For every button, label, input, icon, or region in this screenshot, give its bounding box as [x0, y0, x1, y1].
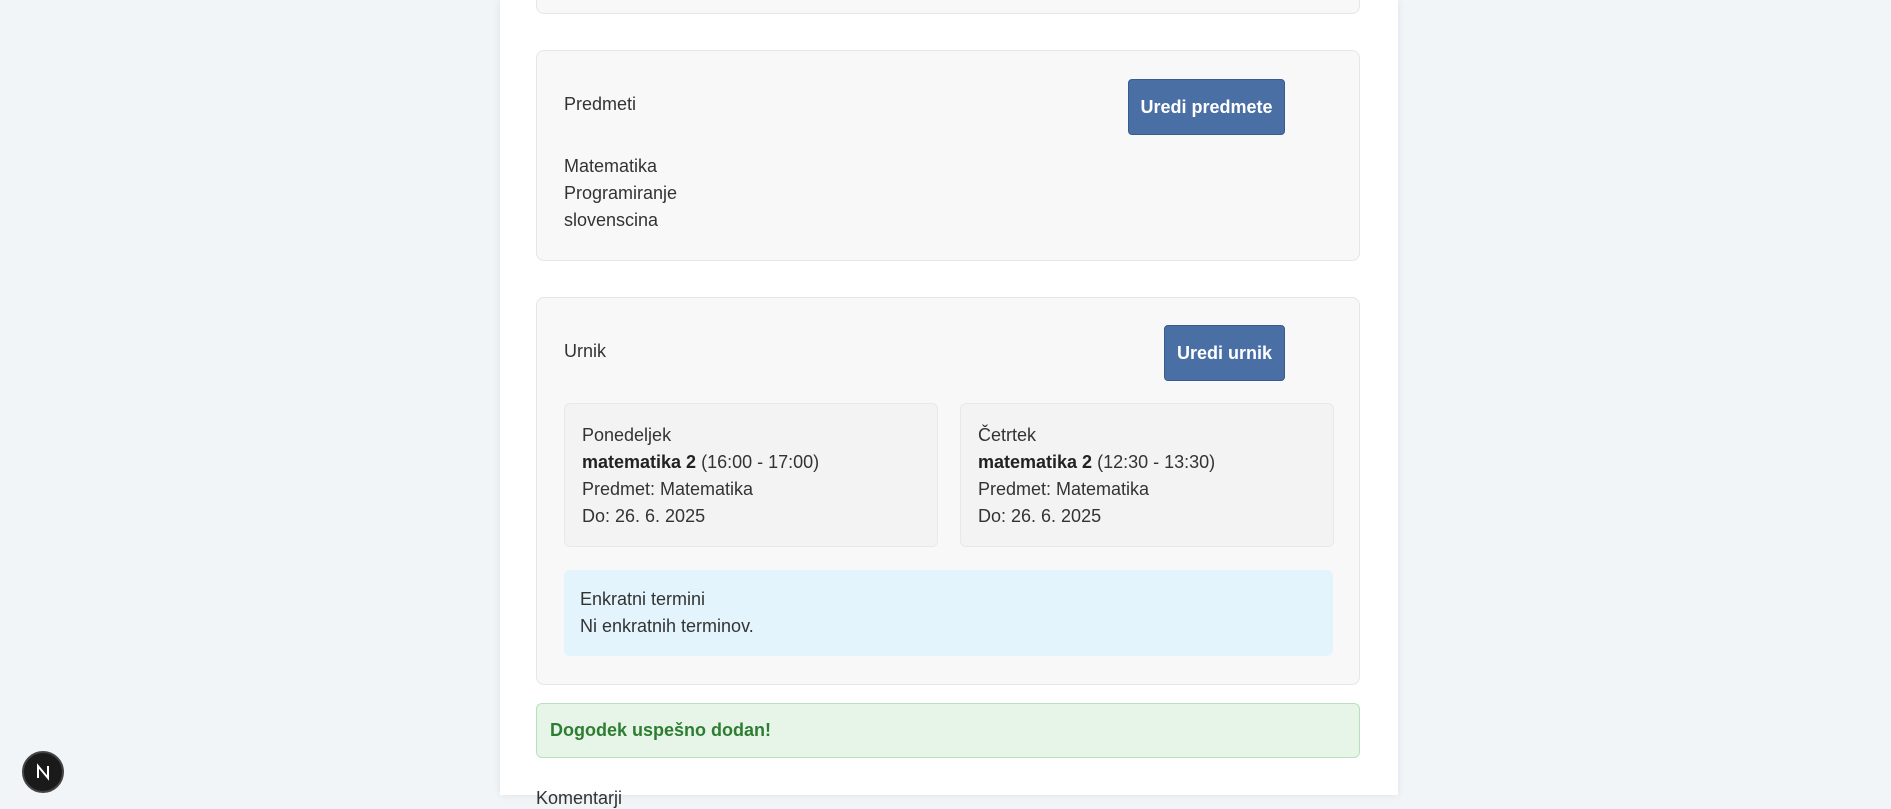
slot-day: Četrtek: [978, 425, 1037, 445]
slot-time: (16:00 - 17:00): [701, 452, 820, 472]
slot-time: (12:30 - 13:30): [1097, 452, 1216, 472]
schedule-card: Urnik Uredi urnik Ponedeljek matematika …: [536, 297, 1360, 685]
slot-until: Do: 26. 6. 2025: [582, 506, 706, 526]
slot-event-name: matematika 2: [978, 452, 1093, 472]
main-content-panel: Predmeti Uredi predmete Matematika Progr…: [500, 0, 1398, 808]
edit-schedule-button[interactable]: Uredi urnik: [1164, 325, 1285, 381]
schedule-slot: Četrtek matematika 2 (12:30 - 13:30) Pre…: [960, 403, 1334, 547]
slot-subject: Predmet: Matematika: [978, 479, 1150, 499]
one-time-title: Enkratni termini: [580, 589, 706, 609]
n-logo-glyph: [37, 763, 49, 781]
list-item: slovenscina: [564, 210, 659, 230]
edit-subjects-button[interactable]: Uredi predmete: [1128, 79, 1285, 135]
slot-day: Ponedeljek: [582, 425, 672, 445]
list-item: Matematika: [564, 156, 658, 176]
nextjs-logo-icon[interactable]: [22, 751, 64, 793]
slot-subject: Predmet: Matematika: [582, 479, 754, 499]
slot-event: matematika 2 (12:30 - 13:30): [978, 449, 1333, 476]
subjects-card: Predmeti Uredi predmete Matematika Progr…: [536, 50, 1360, 261]
subjects-list: Matematika Programiranje slovenscina: [564, 153, 677, 234]
schedule-title: Urnik: [564, 341, 607, 361]
slot-event-name: matematika 2: [582, 452, 697, 472]
schedule-slot: Ponedeljek matematika 2 (16:00 - 17:00) …: [564, 403, 938, 547]
subjects-title: Predmeti: [564, 94, 637, 114]
one-time-slots-box: Enkratni termini Ni enkratnih terminov.: [564, 570, 1333, 656]
slot-until: Do: 26. 6. 2025: [978, 506, 1102, 526]
comments-heading: Komentarji: [536, 788, 623, 808]
one-time-empty-text: Ni enkratnih terminov.: [580, 616, 754, 636]
list-item: Programiranje: [564, 183, 678, 203]
success-alert: Dogodek uspešno dodan!: [536, 703, 1360, 758]
previous-section-card: [536, 0, 1360, 14]
slot-event: matematika 2 (16:00 - 17:00): [582, 449, 937, 476]
